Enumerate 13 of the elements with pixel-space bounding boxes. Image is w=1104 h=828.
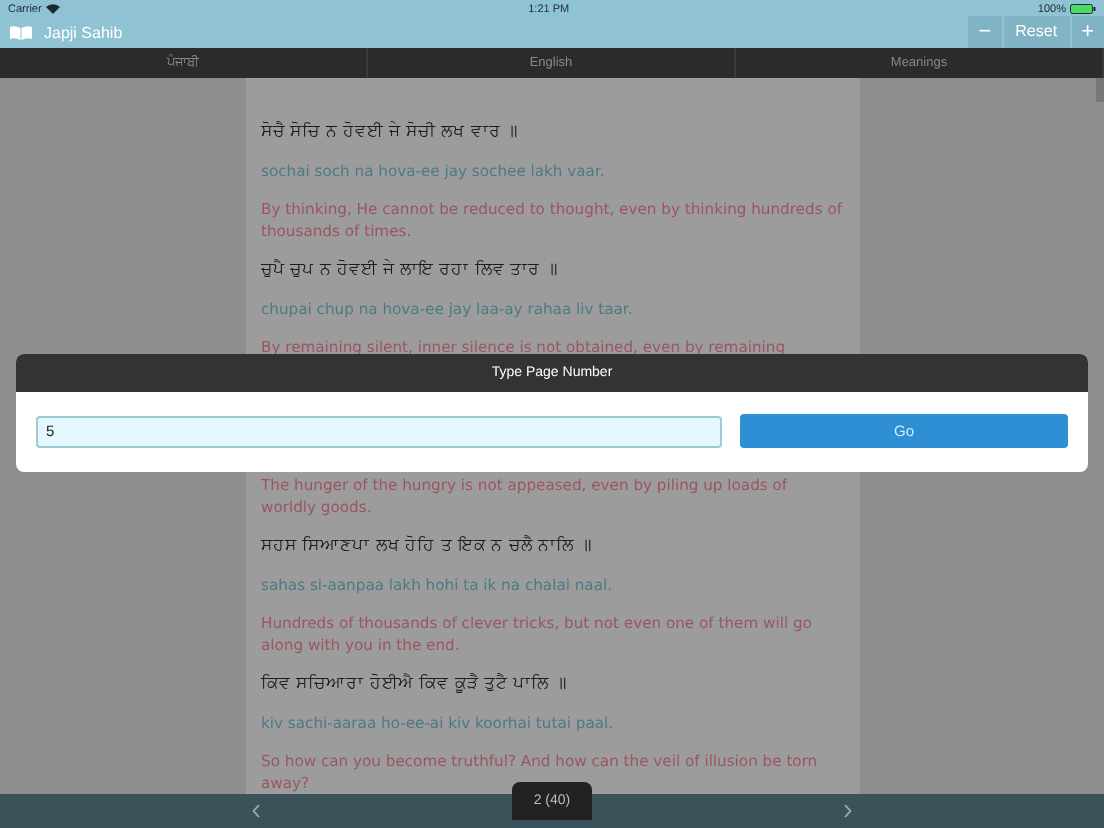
book-icon	[10, 26, 32, 41]
wifi-icon	[45, 4, 60, 15]
gurbani-line: ਸੋਚੈ ਸੋਚਿ ਨ ਹੋਵਈ ਜੇ ਸੋਚੀ ਲਖ ਵਾਰ ॥	[261, 120, 521, 145]
gurbani-line: ਸਹਸ ਸਿਆਣਪਾ ਲਖ ਹੋਹਿ ਤ ਇਕ ਨ ਚਲੈ ਨਾਲਿ ॥	[261, 534, 594, 559]
previous-icon[interactable]	[252, 804, 260, 819]
app-title: Japji Sahib	[44, 24, 123, 43]
next-icon[interactable]	[844, 804, 852, 819]
reset-button[interactable]: Reset	[1003, 15, 1070, 48]
zoom-out-button[interactable]: −	[968, 15, 1002, 48]
gurbani-line: ਕਿਵ ਸਚਿਆਰਾ ਹੋਈਐ ਕਿਵ ਕੂੜੈ ਤੁਟੈ ਪਾਲਿ ॥	[261, 672, 569, 697]
zoom-in-button[interactable]: +	[1071, 15, 1104, 48]
gurbani-line: ਚੁਪੈ ਚੁਪ ਨ ਹੋਵਈ ਜੇ ਲਾਇ ਰਹਾ ਲਿਵ ਤਾਰ ॥	[261, 258, 560, 283]
battery-icon	[1070, 4, 1096, 15]
